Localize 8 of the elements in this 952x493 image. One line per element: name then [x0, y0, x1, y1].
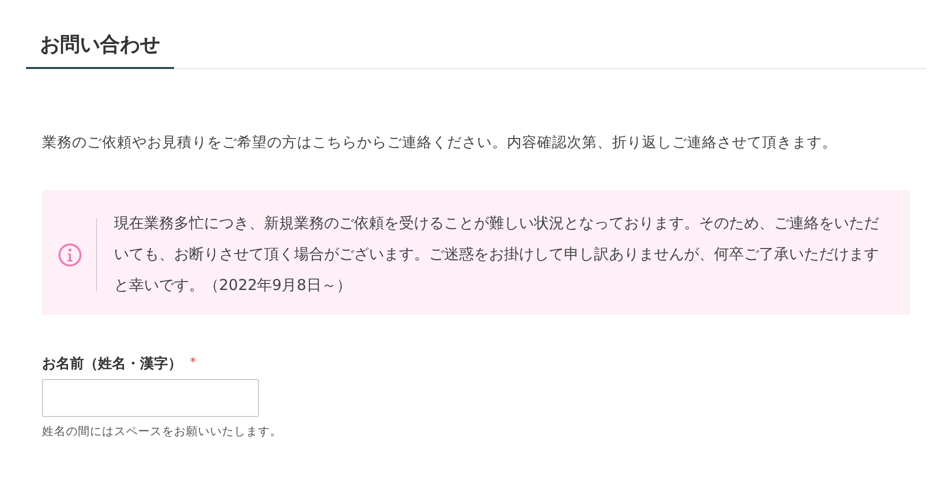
info-icon	[58, 242, 82, 266]
name-input[interactable]	[42, 379, 259, 417]
required-mark: *	[190, 355, 196, 369]
field-label: お名前（姓名・漢字）	[42, 355, 182, 373]
field-hint: 姓名の間にはスペースをお願いいたします。	[42, 424, 283, 439]
page-title: お問い合わせ	[26, 26, 174, 69]
intro-text: 業務のご依頼やお見積りをご希望の方はこちらからご連絡ください。内容確認次第、折り返しご連絡させて頂きます。	[42, 134, 838, 153]
notice-text: 現在業務多忙につき、新規業務のご依頼を受けることが難しい状況となっております。そのため、ご連絡をいただいても、お断りさせて頂く場合がございます。ご迷惑をお掛けして申し訳ありませんが、何卒ご了承いただけますと幸いです。（2022年9月8日～）	[114, 213, 880, 296]
